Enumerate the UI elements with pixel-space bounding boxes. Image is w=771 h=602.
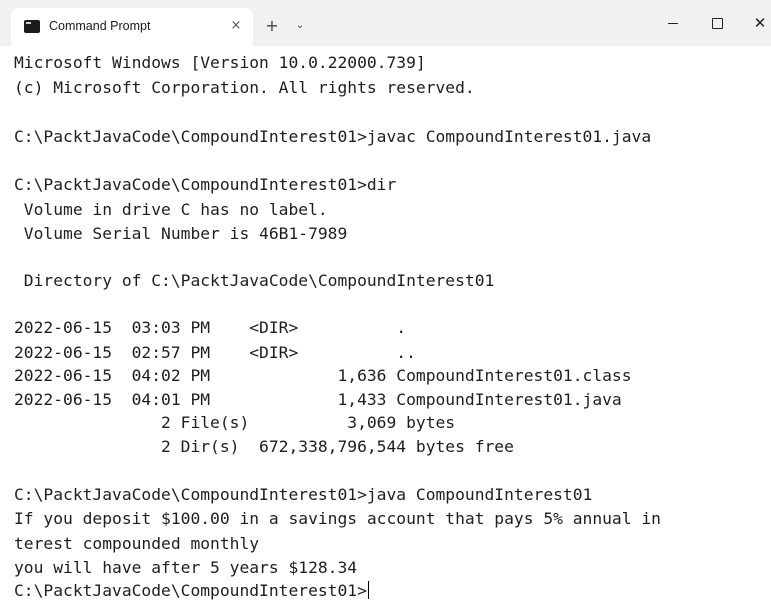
command-prompt-icon: [24, 20, 40, 33]
prompt-line[interactable]: C:\PacktJavaCode\CompoundInterest01>: [14, 579, 369, 602]
console-line: 2022-06-15 02:57 PM <DIR> ..: [14, 343, 416, 362]
console-line: 2022-06-15 03:03 PM <DIR> .: [14, 318, 407, 337]
close-icon: ✕: [753, 14, 767, 32]
console-line: C:\PacktJavaCode\CompoundInterest01>java…: [14, 127, 652, 146]
minimize-icon: [668, 23, 678, 24]
console-line: (c) Microsoft Corporation. All rights re…: [14, 78, 475, 97]
console-line: Volume in drive C has no label.: [14, 200, 328, 219]
terminal-window: Command Prompt × + ⌄ ✕ Microsoft Windows…: [0, 0, 771, 602]
tab-title: Command Prompt: [49, 19, 151, 33]
console-line: C:\PacktJavaCode\CompoundInterest01>dir: [14, 175, 397, 194]
maximize-button[interactable]: [697, 8, 737, 38]
close-button[interactable]: ✕: [740, 8, 771, 38]
maximize-icon: [712, 18, 723, 29]
console-line: you will have after 5 years $128.34: [14, 558, 358, 577]
console-output[interactable]: Microsoft Windows [Version 10.0.22000.73…: [0, 46, 771, 602]
console-line: If you deposit $100.00 in a savings acco…: [14, 509, 661, 528]
tab-close-icon[interactable]: ×: [227, 17, 245, 35]
text-cursor: [367, 581, 369, 599]
console-line: 2 File(s) 3,069 bytes: [14, 413, 456, 432]
console-line: Microsoft Windows [Version 10.0.22000.73…: [14, 53, 426, 72]
console-line: terest compounded monthly: [14, 534, 260, 553]
prompt-text: C:\PacktJavaCode\CompoundInterest01>: [14, 581, 367, 600]
minimize-button[interactable]: [653, 8, 693, 38]
title-bar[interactable]: Command Prompt × + ⌄ ✕: [0, 0, 771, 46]
chevron-down-icon[interactable]: ⌄: [292, 17, 308, 35]
console-line: Volume Serial Number is 46B1-7989: [14, 224, 348, 243]
console-line: Directory of C:\PacktJavaCode\CompoundIn…: [14, 271, 495, 290]
tab-command-prompt[interactable]: Command Prompt ×: [11, 8, 253, 46]
console-line: 2022-06-15 04:02 PM 1,636 CompoundIntere…: [14, 366, 632, 385]
new-tab-icon[interactable]: +: [262, 16, 282, 36]
console-line: 2 Dir(s) 672,338,796,544 bytes free: [14, 437, 514, 456]
console-line: 2022-06-15 04:01 PM 1,433 CompoundIntere…: [14, 390, 622, 409]
console-line: C:\PacktJavaCode\CompoundInterest01>java…: [14, 485, 593, 504]
